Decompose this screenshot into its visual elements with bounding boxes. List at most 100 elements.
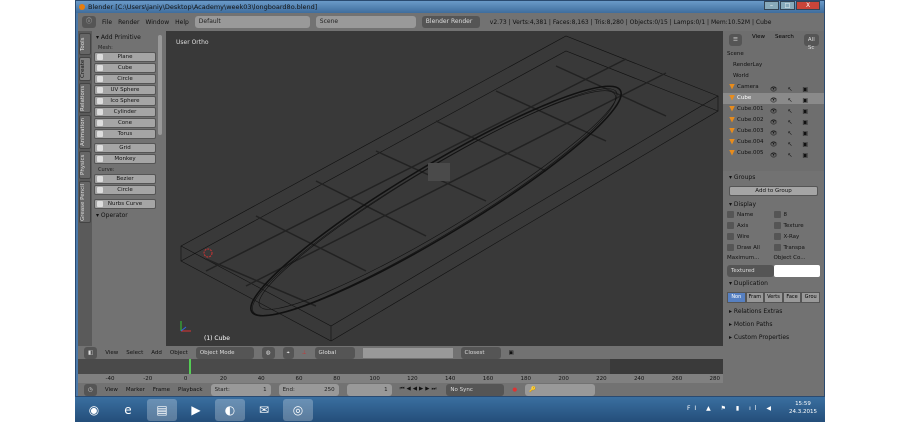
visibility-icons[interactable]: 👁 ↖ ▣	[770, 150, 812, 161]
axis-checkbox[interactable]: Axis	[727, 222, 774, 229]
pivot-dropdown[interactable]: ⌖	[282, 346, 294, 359]
num-field[interactable]: 8	[773, 211, 821, 218]
duplication-option[interactable]: Face	[782, 292, 802, 303]
menu-view[interactable]: View	[105, 350, 118, 356]
outliner-item[interactable]: Camera 👁 ↖ ▣	[723, 82, 824, 93]
wire-checkbox[interactable]: Wire	[727, 233, 774, 240]
add-cylinder-button[interactable]: Cylinder	[94, 107, 156, 117]
add-to-group-button[interactable]: Add to Group	[729, 186, 818, 196]
xray-checkbox[interactable]: X-Ray	[773, 233, 821, 240]
layout-selector[interactable]: Default	[194, 16, 310, 28]
timeline[interactable]: -40 -20 0 20 40 60 80 100 120 140 160 180 200 220 240 2…	[78, 359, 723, 383]
add-primitive-panel[interactable]: ▾ Add Primitive	[94, 33, 156, 42]
transparency-checkbox[interactable]: Transpa	[773, 244, 821, 251]
menu-render[interactable]: Render	[118, 19, 139, 26]
add-plane-button[interactable]: Plane	[94, 52, 156, 62]
menu-object[interactable]: Object	[170, 350, 188, 356]
tab-animation[interactable]: Animation	[79, 115, 91, 149]
groups-panel[interactable]: ▾ Groups	[723, 171, 824, 184]
add-monkey-button[interactable]: Monkey	[94, 154, 156, 164]
display-panel[interactable]: ▾ Display	[723, 198, 824, 211]
outliner-item[interactable]: Cube.003 👁 ↖ ▣	[723, 126, 824, 137]
tab-create[interactable]: Create	[79, 57, 91, 81]
menu-help[interactable]: Help	[175, 19, 189, 26]
start-button[interactable]: ◉	[79, 399, 109, 421]
menu-file[interactable]: File	[102, 19, 112, 26]
add-grid-button[interactable]: Grid	[94, 143, 156, 153]
3d-viewport[interactable]: User Ortho (1) Cube	[166, 31, 723, 346]
language-indicator[interactable]: FI	[687, 405, 700, 412]
menu-select[interactable]: Select	[126, 350, 143, 356]
duplication-option[interactable]: Non	[727, 292, 746, 303]
current-frame-field[interactable]: 1	[346, 383, 392, 396]
name-checkbox[interactable]: Name	[727, 211, 774, 218]
thunderbird-icon[interactable]: ✉	[249, 399, 279, 421]
outliner-item[interactable]: Cube.002 👁 ↖ ▣	[723, 115, 824, 126]
duplication-option[interactable]: Fram	[745, 292, 765, 303]
shading-dropdown[interactable]: ◍	[261, 346, 275, 359]
texture-checkbox[interactable]: Texture	[773, 222, 821, 229]
collapsed-panel[interactable]: ▸ Relations Extras	[723, 305, 824, 318]
draw-all-checkbox[interactable]: Draw All	[727, 244, 774, 251]
file-explorer-icon[interactable]: ▤	[147, 398, 177, 421]
outliner-item[interactable]: Scene	[723, 49, 824, 60]
clock[interactable]: 15:59 24.3.2015	[789, 400, 817, 416]
orientation-dropdown[interactable]: Global	[314, 346, 355, 359]
editor-type-button[interactable]: ⓘ	[82, 16, 97, 28]
duplication-option[interactable]: Verts	[764, 292, 783, 303]
snap-dropdown[interactable]: Closest	[460, 346, 501, 359]
blender-taskbar-icon[interactable]: ◎	[283, 398, 313, 421]
add-circle-button[interactable]: Circle	[94, 185, 156, 195]
outliner-view-menu[interactable]: View	[752, 34, 765, 46]
mode-dropdown[interactable]: Object Mode	[195, 346, 254, 359]
firefox-icon[interactable]: ◐	[215, 398, 245, 421]
outliner-item[interactable]: Cube.004 👁 ↖ ▣	[723, 137, 824, 148]
record-button[interactable]: ●	[512, 387, 517, 393]
menu-marker[interactable]: Marker	[126, 387, 145, 393]
layer-buttons[interactable]	[362, 347, 453, 358]
duplication-option[interactable]: Grou	[801, 292, 820, 303]
internet-explorer-icon[interactable]: e	[113, 399, 143, 421]
draw-type-dropdown[interactable]: Textured	[727, 265, 774, 277]
render-icon[interactable]: ▣	[509, 350, 514, 356]
manipulator-icon[interactable]: ⊥	[302, 350, 307, 356]
playback-controls[interactable]: ⏮◀◀▶▶⏭	[400, 386, 439, 393]
menu-playback[interactable]: Playback	[178, 387, 203, 393]
timeline-ruler[interactable]: -40 -20 0 20 40 60 80 100 120 140 160 180 200 220 240 2…	[78, 374, 723, 383]
tab-grease-pencil[interactable]: Grease Pencil	[79, 181, 91, 223]
outliner-item[interactable]: World	[723, 71, 824, 82]
outliner-item[interactable]: RenderLay	[723, 60, 824, 71]
media-player-icon[interactable]: ▶	[181, 399, 211, 421]
menu-view[interactable]: View	[105, 387, 118, 393]
add-circle-button[interactable]: Circle	[94, 74, 156, 84]
toolshelf-scrollbar[interactable]	[158, 35, 162, 135]
tab-physics[interactable]: Physics	[79, 151, 91, 179]
add-cube-button[interactable]: Cube	[94, 63, 156, 73]
add-uv-sphere-button[interactable]: UV Sphere	[94, 85, 156, 95]
collapsed-panel[interactable]: ▸ Custom Properties	[723, 331, 824, 344]
outliner-item[interactable]: Cube.005 👁 ↖ ▣	[723, 148, 824, 159]
tab-relations[interactable]: Relations	[79, 83, 91, 113]
maximize-button[interactable]: □	[780, 1, 795, 10]
outliner-item[interactable]: Cube 👁 ↖ ▣	[723, 93, 824, 104]
add-nurbs-curve-button[interactable]: Nurbs Curve	[94, 199, 156, 209]
add-ico-sphere-button[interactable]: Ico Sphere	[94, 96, 156, 106]
editor-type-button[interactable]: ◧	[84, 346, 98, 359]
outliner-filter-dropdown[interactable]: All Sc	[803, 34, 819, 51]
outliner-item[interactable]: Cube.001 👁 ↖ ▣	[723, 104, 824, 115]
menu-add[interactable]: Add	[151, 350, 162, 356]
menu-frame[interactable]: Frame	[153, 387, 170, 393]
keying-set-field[interactable]: 🔑	[525, 383, 596, 396]
close-button[interactable]: X	[796, 1, 820, 10]
menu-window[interactable]: Window	[145, 19, 169, 26]
outliner-editor-button[interactable]: ☰	[729, 34, 742, 46]
minimize-button[interactable]: –	[764, 1, 779, 10]
object-color-swatch[interactable]	[773, 265, 820, 277]
outliner-search-menu[interactable]: Search	[775, 34, 794, 46]
system-tray[interactable]: FI ▲ ⚑ ▮ ıl ◀	[687, 405, 775, 412]
start-frame-field[interactable]: Start: 1	[210, 383, 271, 396]
duplication-panel[interactable]: ▾ Duplication	[723, 277, 824, 290]
current-frame-marker[interactable]	[189, 359, 191, 374]
editor-type-button[interactable]: ◷	[84, 383, 97, 396]
add-cone-button[interactable]: Cone	[94, 118, 156, 128]
